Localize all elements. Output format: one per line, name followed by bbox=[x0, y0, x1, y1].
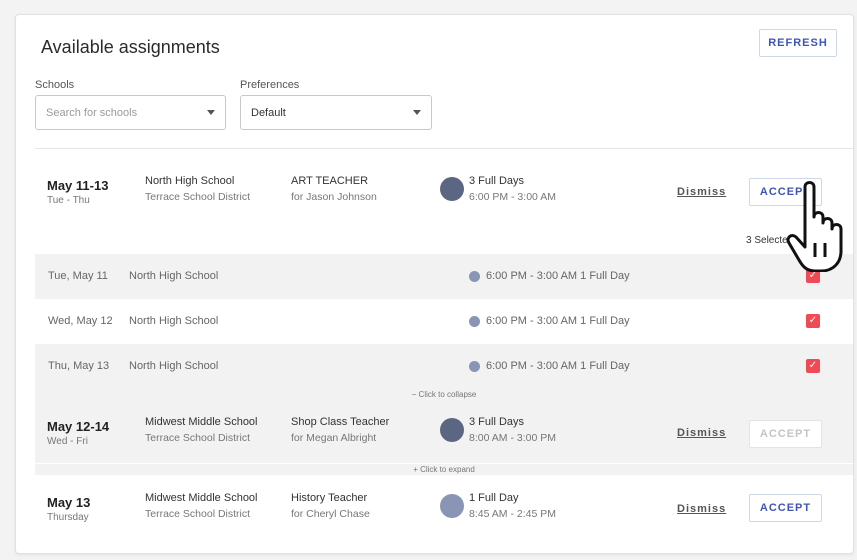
detail-row: Thu, May 13 North High School 6:00 PM - … bbox=[35, 344, 853, 389]
detail-row: Tue, May 11 North High School 6:00 PM - … bbox=[35, 254, 853, 299]
refresh-button[interactable]: REFRESH bbox=[759, 29, 837, 57]
detail-date: Tue, May 11 bbox=[48, 270, 108, 282]
day-checkbox[interactable]: ✓ bbox=[806, 314, 820, 328]
preferences-label: Preferences bbox=[240, 79, 300, 91]
school-name: North High School bbox=[145, 175, 235, 187]
status-dot-icon bbox=[469, 361, 480, 372]
assignment-time: 8:00 AM - 3:00 PM bbox=[469, 432, 556, 444]
divider bbox=[35, 148, 853, 149]
job-title: ART TEACHER bbox=[291, 175, 369, 187]
page-title: Available assignments bbox=[41, 37, 220, 57]
status-dot-icon bbox=[440, 494, 464, 518]
status-dot-icon bbox=[469, 316, 480, 327]
preferences-select[interactable]: Default bbox=[240, 95, 432, 130]
district-name: Terrace School District bbox=[145, 432, 251, 444]
status-dot-icon bbox=[469, 271, 480, 282]
dismiss-link[interactable]: Dismiss bbox=[677, 503, 726, 515]
detail-date: Thu, May 13 bbox=[48, 360, 110, 372]
district-name: Terrace School District bbox=[145, 508, 251, 520]
teacher-name: for Megan Albright bbox=[291, 432, 377, 444]
job-title: History Teacher bbox=[291, 492, 368, 504]
day-checkbox[interactable]: ✓ bbox=[806, 359, 820, 373]
accept-button[interactable]: ACCEPT bbox=[749, 494, 822, 522]
dismiss-link[interactable]: Dismiss bbox=[677, 186, 726, 198]
assignment-weekdays: Wed - Fri bbox=[47, 436, 88, 447]
expand-toggle[interactable]: + Click to expand bbox=[35, 464, 853, 475]
assignment-days: 3 Full Days bbox=[469, 175, 525, 187]
assignment-days: 3 Full Days bbox=[469, 416, 525, 428]
school-name: Midwest Middle School bbox=[145, 492, 258, 504]
detail-time: 6:00 PM - 3:00 AM 1 Full Day bbox=[486, 360, 630, 372]
detail-date: Wed, May 12 bbox=[48, 315, 113, 327]
schools-label: Schools bbox=[35, 79, 75, 91]
schools-placeholder: Search for schools bbox=[46, 106, 138, 119]
assignments-card: Available assignments REFRESH Schools Se… bbox=[15, 14, 854, 554]
teacher-name: for Cheryl Chase bbox=[291, 508, 370, 520]
detail-school: North High School bbox=[129, 315, 219, 327]
dismiss-link[interactable]: Dismiss bbox=[677, 427, 726, 439]
collapse-toggle[interactable]: − Click to collapse bbox=[35, 389, 853, 400]
detail-time: 6:00 PM - 3:00 AM 1 Full Day bbox=[486, 315, 630, 327]
assignment-date: May 13 bbox=[47, 495, 91, 510]
detail-time: 6:00 PM - 3:00 AM 1 Full Day bbox=[486, 270, 630, 282]
preferences-value: Default bbox=[251, 106, 286, 119]
assignment-date: May 12-14 bbox=[47, 419, 110, 434]
assignment-days: 1 Full Day bbox=[469, 492, 519, 504]
district-name: Terrace School District bbox=[145, 191, 251, 203]
assignment-weekdays: Thursday bbox=[47, 512, 89, 523]
teacher-name: for Jason Johnson bbox=[291, 191, 377, 203]
accept-button[interactable]: ACCEPT bbox=[749, 420, 822, 448]
status-dot-icon bbox=[440, 177, 464, 201]
assignment-weekdays: Tue - Thu bbox=[47, 195, 90, 206]
chevron-down-icon bbox=[413, 110, 421, 115]
detail-row: Wed, May 12 North High School 6:00 PM - … bbox=[35, 299, 853, 344]
assignment-date: May 11-13 bbox=[47, 178, 109, 193]
job-title: Shop Class Teacher bbox=[291, 416, 390, 428]
pointer-hand-icon bbox=[786, 181, 843, 272]
assignment-time: 8:45 AM - 2:45 PM bbox=[469, 508, 556, 520]
school-name: Midwest Middle School bbox=[145, 416, 258, 428]
schools-search-select[interactable]: Search for schools bbox=[35, 95, 226, 130]
detail-school: North High School bbox=[129, 360, 219, 372]
detail-school: North High School bbox=[129, 270, 219, 282]
chevron-down-icon bbox=[207, 110, 215, 115]
status-dot-icon bbox=[440, 418, 464, 442]
assignment-time: 6:00 PM - 3:00 AM bbox=[469, 191, 556, 203]
